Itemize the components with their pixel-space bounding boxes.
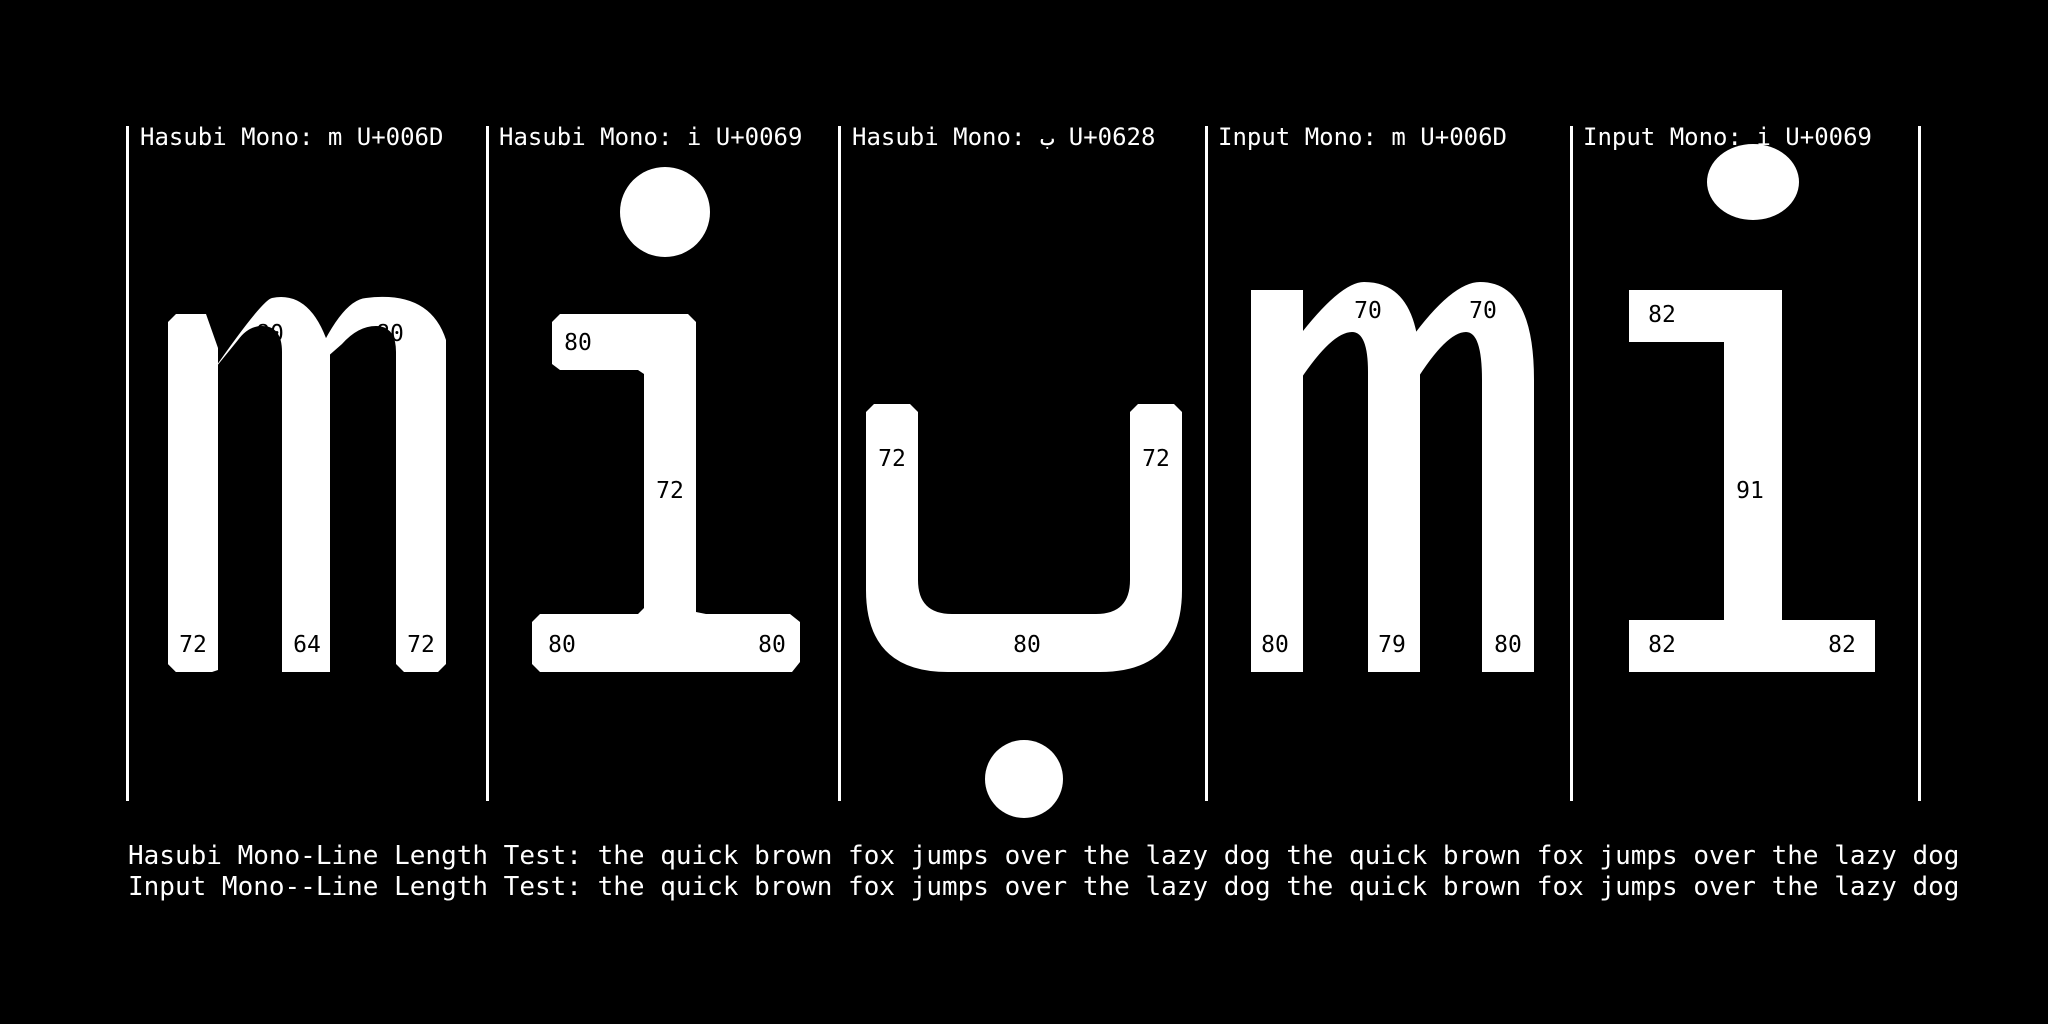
metric-label: 80 [376, 321, 404, 347]
metric-label: 82 [1648, 632, 1676, 658]
line-length-test-hasubi: Hasubi Mono-Line Length Test: the quick … [128, 841, 1960, 871]
metric-label: 64 [293, 632, 321, 658]
metric-label: 79 [1378, 632, 1406, 658]
glyph-hasubi-beh [866, 404, 1182, 818]
glyph-input-m [1251, 282, 1534, 672]
glyph-input-i [1629, 144, 1875, 672]
metric-label: 80 [256, 321, 284, 347]
metric-label: 80 [548, 632, 576, 658]
glyph-hasubi-m [168, 296, 446, 672]
metric-label: 91 [1736, 478, 1764, 504]
metric-label: 70 [1469, 298, 1497, 324]
metric-label: 82 [1648, 302, 1676, 328]
metric-label: 72 [179, 632, 207, 658]
metric-label: 72 [656, 478, 684, 504]
metric-label: 72 [878, 446, 906, 472]
metric-label: 80 [564, 330, 592, 356]
glyph-hasubi-i [532, 167, 800, 672]
metric-label: 72 [407, 632, 435, 658]
line-length-test-input: Input Mono--Line Length Test: the quick … [128, 872, 1960, 902]
metric-label: 70 [1354, 298, 1382, 324]
metric-label: 80 [1261, 632, 1289, 658]
metric-label: 80 [1494, 632, 1522, 658]
metric-label: 80 [758, 632, 786, 658]
metric-label: 82 [1828, 632, 1856, 658]
metric-label: 80 [1013, 632, 1041, 658]
metric-label: 72 [1142, 446, 1170, 472]
